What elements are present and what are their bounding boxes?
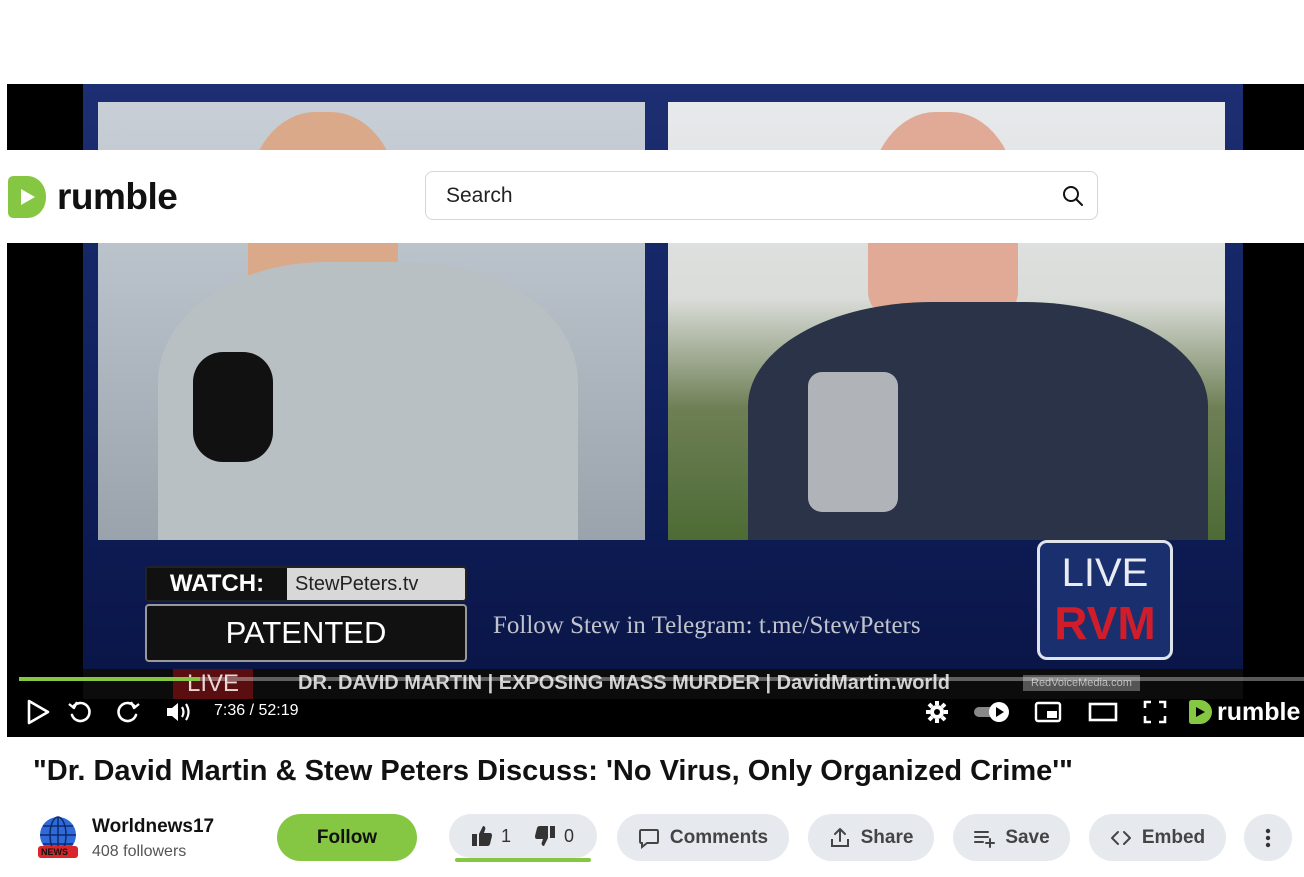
follow-button[interactable]: Follow bbox=[277, 814, 417, 861]
lower-third-site: StewPeters.tv bbox=[295, 573, 419, 595]
embed-button[interactable]: Embed bbox=[1089, 814, 1226, 861]
channel-followers: 408 followers bbox=[92, 843, 187, 860]
lower-third-title: PATENTED GENOCIDE bbox=[145, 604, 467, 704]
share-icon bbox=[830, 827, 849, 847]
dislike-button[interactable]: 0 bbox=[534, 814, 574, 858]
embed-label: Embed bbox=[1141, 826, 1206, 848]
thumbs-up-icon bbox=[472, 826, 492, 846]
code-icon bbox=[1110, 830, 1131, 845]
autoplay-toggle[interactable] bbox=[971, 694, 1013, 730]
more-options-button[interactable] bbox=[1244, 814, 1292, 861]
save-button[interactable]: Save bbox=[953, 814, 1070, 861]
progress-bar[interactable] bbox=[19, 677, 1304, 681]
rumble-logo-icon bbox=[1189, 700, 1212, 724]
share-button[interactable]: Share bbox=[808, 814, 934, 861]
search-icon bbox=[1063, 186, 1083, 206]
playlist-add-icon bbox=[974, 830, 996, 848]
site-header: rumble bbox=[0, 150, 1304, 243]
live-rvm-badge: LIVE RVM bbox=[1037, 540, 1173, 660]
lower-third-follow-text: Follow Stew in Telegram: t.me/StewPeters bbox=[493, 612, 921, 639]
live-badge-top: LIVE bbox=[1061, 551, 1149, 595]
picture-in-picture-icon bbox=[1034, 701, 1062, 723]
channel-name[interactable]: Worldnews17 bbox=[92, 816, 214, 838]
share-label: Share bbox=[860, 826, 914, 848]
time-display: 7:36 / 52:19 bbox=[214, 702, 299, 719]
forward-icon bbox=[117, 701, 140, 723]
live-badge-bottom: RVM bbox=[1054, 597, 1156, 649]
play-button[interactable] bbox=[23, 694, 53, 730]
dislike-count: 0 bbox=[564, 825, 575, 846]
search-button[interactable] bbox=[1061, 184, 1085, 213]
pip-button[interactable] bbox=[1033, 694, 1063, 730]
volume-button[interactable] bbox=[162, 694, 196, 730]
rumble-logo-icon bbox=[8, 176, 46, 218]
site-logo[interactable]: rumble bbox=[7, 173, 178, 221]
rewind-icon bbox=[68, 701, 91, 723]
play-icon bbox=[27, 699, 50, 725]
channel-avatar[interactable]: NEWS bbox=[36, 815, 80, 859]
guest-microphone bbox=[808, 372, 898, 512]
theater-mode-icon bbox=[1088, 702, 1118, 722]
like-count: 1 bbox=[501, 825, 512, 846]
volume-icon bbox=[167, 703, 190, 721]
vote-ratio-bar bbox=[455, 858, 591, 862]
theater-mode-button[interactable] bbox=[1087, 694, 1119, 730]
like-button[interactable]: 1 bbox=[471, 814, 511, 858]
progress-fill bbox=[19, 677, 201, 681]
video-title: "Dr. David Martin & Stew Peters Discuss:… bbox=[33, 755, 1073, 787]
lower-third-watch: WATCH: StewPeters.tv bbox=[145, 566, 467, 602]
forward-button[interactable] bbox=[113, 694, 143, 730]
thumbs-down-icon bbox=[535, 826, 555, 846]
search-input[interactable] bbox=[446, 172, 1046, 219]
player-controls: 7:36 / 52:19 rumble bbox=[7, 688, 1304, 737]
rewind-button[interactable] bbox=[65, 694, 95, 730]
lower-third-watch-label: WATCH: bbox=[147, 568, 287, 600]
avatar-badge-text: NEWS bbox=[41, 847, 68, 857]
gear-icon bbox=[926, 701, 948, 723]
comments-button[interactable]: Comments bbox=[617, 814, 789, 861]
search-bar bbox=[425, 171, 1098, 220]
vote-pill: 1 0 bbox=[449, 814, 597, 862]
site-logo-text: rumble bbox=[57, 176, 178, 217]
save-label: Save bbox=[1005, 826, 1050, 848]
autoplay-toggle-icon bbox=[974, 702, 1009, 722]
more-vertical-icon bbox=[1265, 828, 1271, 847]
settings-button[interactable] bbox=[923, 694, 951, 730]
fullscreen-button[interactable] bbox=[1141, 694, 1169, 730]
player-brand-logo[interactable]: rumble bbox=[1187, 694, 1304, 730]
comments-label: Comments bbox=[669, 826, 769, 848]
host-microphone bbox=[193, 352, 273, 462]
player-brand-text: rumble bbox=[1217, 697, 1301, 726]
comment-icon bbox=[638, 828, 659, 849]
fullscreen-icon bbox=[1143, 700, 1167, 724]
